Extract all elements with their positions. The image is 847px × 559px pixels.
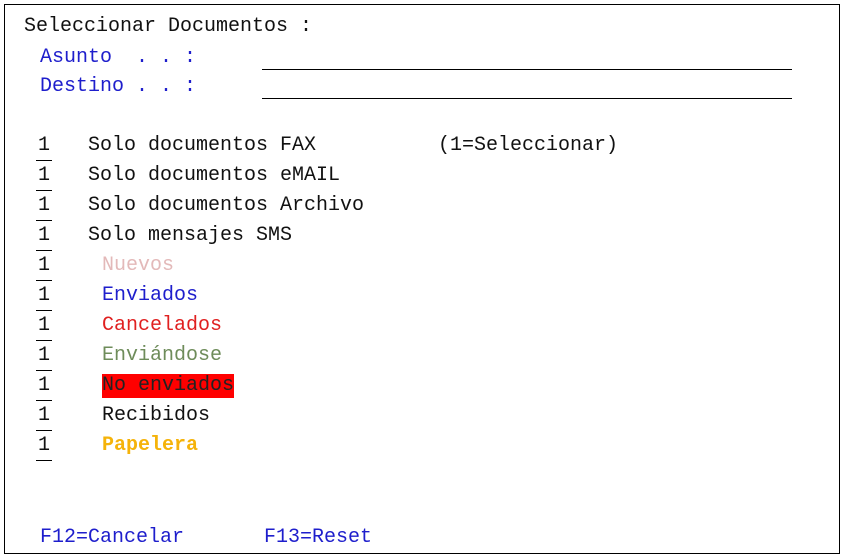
page-title: Seleccionar Documentos : [24, 15, 313, 38]
option-label-enviandose: Enviándose [102, 344, 223, 367]
option-label-archivo: Solo documentos Archivo [88, 194, 365, 217]
asunto-label: Asunto . . : [40, 46, 197, 69]
destino-label: Destino . . : [40, 75, 197, 98]
f13-reset-key[interactable]: F13=Reset [264, 526, 372, 550]
option-label-enviados: Enviados [102, 284, 199, 307]
option-label-no-enviados: No enviados [102, 374, 235, 398]
option-select-enviados[interactable]: 1 [36, 284, 52, 311]
option-label-cancelados: Cancelados [102, 314, 223, 337]
option-label-recibidos: Recibidos [102, 404, 211, 427]
option-select-recibidos[interactable]: 1 [36, 404, 52, 431]
option-label-papelera: Papelera [102, 434, 199, 457]
option-label-fax: Solo documentos FAX [88, 134, 317, 157]
option-select-fax[interactable]: 1 [36, 134, 52, 161]
option-select-enviandose[interactable]: 1 [36, 344, 52, 371]
asunto-input[interactable] [262, 46, 792, 70]
option-select-no-enviados[interactable]: 1 [36, 374, 52, 401]
option-select-papelera[interactable]: 1 [36, 434, 52, 461]
option-select-archivo[interactable]: 1 [36, 194, 52, 221]
option-label-nuevos: Nuevos [102, 254, 175, 277]
option-select-sms[interactable]: 1 [36, 224, 52, 251]
f12-cancel-key[interactable]: F12=Cancelar [40, 526, 184, 550]
destino-input[interactable] [262, 75, 792, 99]
option-label-sms: Solo mensajes SMS [88, 224, 293, 247]
option-label-email: Solo documentos eMAIL [88, 164, 341, 187]
option-select-email[interactable]: 1 [36, 164, 52, 191]
option-select-cancelados[interactable]: 1 [36, 314, 52, 341]
option-select-nuevos[interactable]: 1 [36, 254, 52, 281]
options-hint: (1=Seleccionar) [438, 134, 619, 157]
